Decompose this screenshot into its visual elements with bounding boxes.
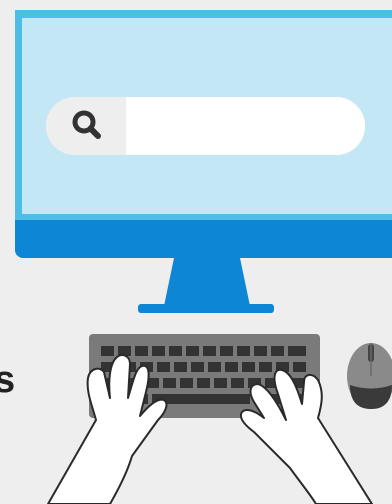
computer-illustration: s (0, 0, 392, 504)
monitor-stand-neck (164, 258, 250, 306)
side-text-fragment: s (0, 359, 16, 401)
desk-scene (47, 258, 392, 504)
computer-mouse (347, 343, 392, 409)
monitor-stand-base (138, 304, 274, 313)
